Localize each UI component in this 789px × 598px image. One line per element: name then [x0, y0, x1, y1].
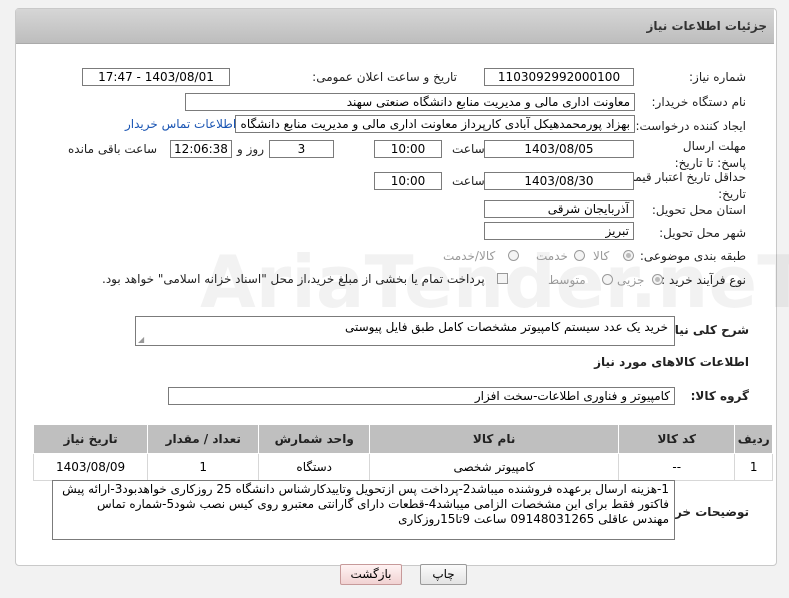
category-label: طبقه بندی موضوعی:: [639, 249, 746, 263]
description-label: شرح کلی نیاز:: [663, 323, 749, 337]
process-option-minor: جزیی: [617, 273, 645, 287]
category-radio-service[interactable]: [574, 250, 585, 261]
cell-row: 1: [734, 453, 773, 481]
cell-qty: 1: [147, 453, 260, 481]
col-unit: واحد شمارش: [258, 424, 371, 454]
remaining-label: ساعت باقی مانده: [68, 142, 158, 156]
cell-name: کامپیوتر شخصی: [369, 453, 620, 481]
description-textarea: خرید یک عدد سیستم کامپیوتر مشخصات کامل ط…: [135, 316, 675, 346]
resize-grip-icon: ◢: [138, 335, 145, 344]
city-field: تبریز: [484, 222, 634, 240]
price-time-field: 10:00: [374, 172, 442, 190]
process-label: نوع فرآیند خرید :: [661, 273, 746, 287]
need-number-field: 1103092992000100: [484, 68, 634, 86]
col-date: تاریخ نیاز: [32, 424, 149, 454]
goods-group-label: گروه کالا:: [690, 389, 749, 403]
goods-group-field: کامپیوتر و فناوری اطلاعات-سخت افزار: [168, 387, 675, 405]
description-text: خرید یک عدد سیستم کامپیوتر مشخصات کامل ط…: [344, 320, 668, 334]
requester-label: ایجاد کننده درخواست:: [635, 119, 746, 133]
category-option-goods-service: کالا/خدمت: [443, 249, 496, 263]
category-radio-goods[interactable]: [623, 250, 634, 261]
goods-table: ردیف کد کالا نام کالا واحد شمارش تعداد /…: [32, 424, 773, 481]
col-code: کد کالا: [618, 424, 736, 454]
goods-section-title: اطلاعات کالاهای مورد نیاز: [594, 355, 749, 369]
province-field: آذربایجان شرقی: [484, 200, 634, 218]
buyer-notes-box: 1-هزینه ارسال برعهده فروشنده میباشد2-پرد…: [52, 480, 675, 540]
panel-title: جزئیات اطلاعات نیاز: [646, 19, 767, 33]
print-button[interactable]: چاپ: [420, 564, 467, 585]
reply-time-field: 10:00: [374, 140, 442, 158]
announce-field: 1403/08/01 - 17:47: [82, 68, 230, 86]
back-button[interactable]: بازگشت: [340, 564, 402, 585]
treasury-checkbox[interactable]: [497, 273, 508, 284]
cell-date: 1403/08/09: [32, 453, 149, 481]
remaining-time-field: 12:06:38: [170, 140, 232, 158]
reply-date-field: 1403/08/05: [484, 140, 634, 158]
buyer-contact-link[interactable]: اطلاعات تماس خریدار: [125, 117, 236, 131]
reply-deadline-label: مهلت ارسال پاسخ: تا تاریخ:: [674, 139, 746, 170]
col-row: ردیف: [734, 424, 773, 454]
days-label: روز و: [237, 142, 264, 156]
col-name: نام کالا: [369, 424, 620, 454]
days-field: 3: [269, 140, 334, 158]
price-time-label: ساعت: [452, 174, 485, 188]
buyer-org-label: نام دستگاه خریدار:: [651, 95, 747, 109]
cell-code: --: [618, 453, 736, 481]
cell-unit: دستگاه: [258, 453, 371, 481]
reply-time-label: ساعت: [452, 142, 485, 156]
process-radio-minor[interactable]: [652, 274, 663, 285]
city-label: شهر محل تحویل:: [659, 226, 746, 240]
need-number-label: شماره نیاز:: [689, 70, 746, 84]
process-option-medium: متوسط: [548, 273, 586, 287]
requester-field: بهزاد پورمحمدهیکل آبادی کارپرداز معاونت …: [235, 115, 635, 133]
category-radio-goods-service[interactable]: [508, 250, 519, 261]
payment-note: پرداخت تمام یا بخشی از مبلغ خرید،از محل …: [102, 272, 485, 286]
category-option-service: خدمت: [536, 249, 568, 263]
announce-label: تاریخ و ساعت اعلان عمومی:: [312, 70, 457, 84]
province-label: استان محل تحویل:: [651, 203, 746, 217]
col-qty: تعداد / مقدار: [147, 424, 260, 454]
price-date-field: 1403/08/30: [484, 172, 634, 190]
table-row: 1 -- کامپیوتر شخصی دستگاه 1 1403/08/09: [32, 453, 773, 481]
process-radio-medium[interactable]: [602, 274, 613, 285]
category-option-goods: کالا: [593, 249, 610, 263]
goods-table-header: ردیف کد کالا نام کالا واحد شمارش تعداد /…: [32, 424, 773, 454]
buyer-org-field: معاونت اداری مالی و مدیریت منابع دانشگاه…: [185, 93, 635, 111]
